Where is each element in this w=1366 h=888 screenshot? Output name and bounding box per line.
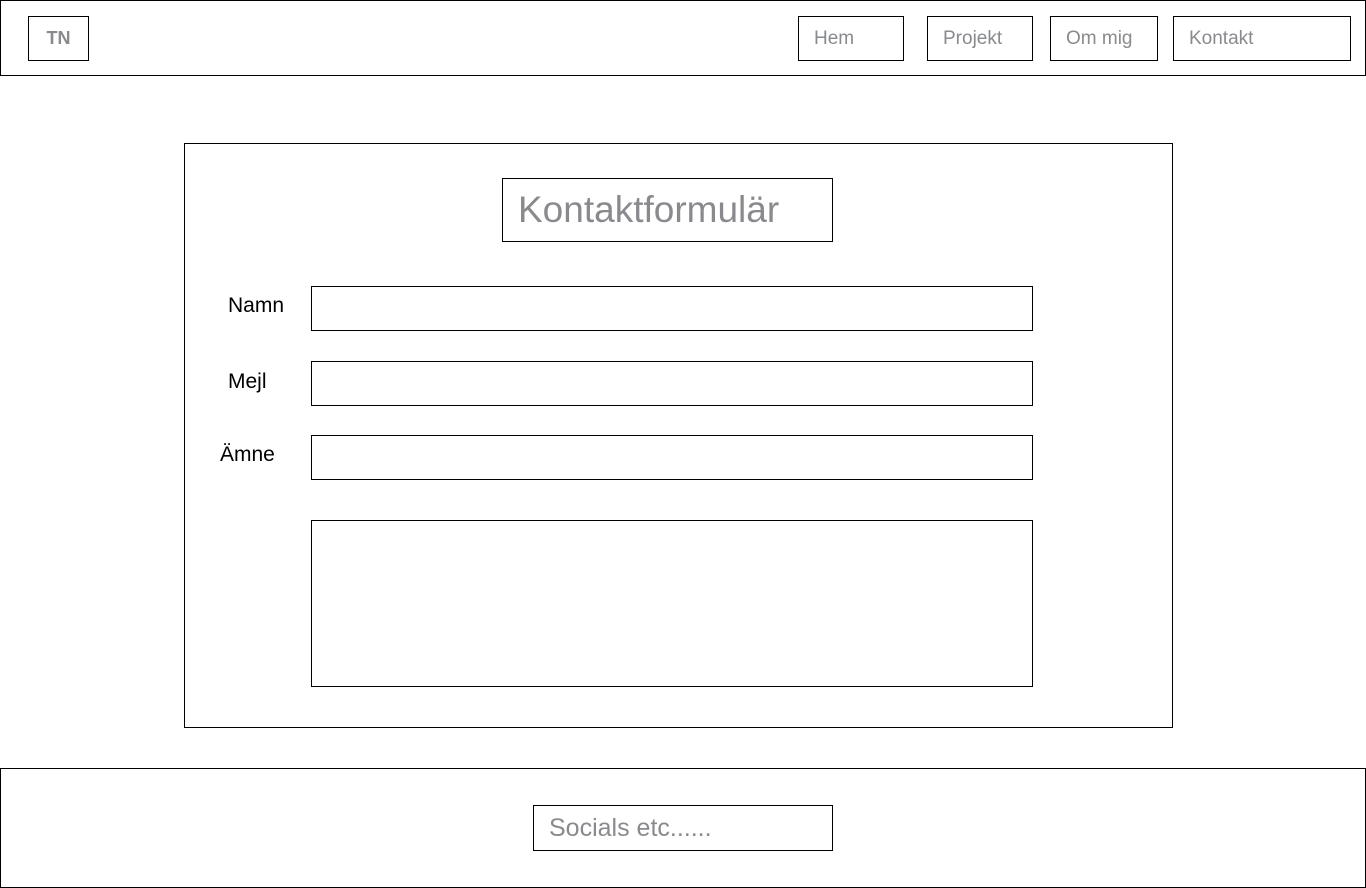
email-label: Mejl — [228, 370, 267, 393]
name-field[interactable] — [311, 286, 1033, 331]
message-textarea[interactable] — [311, 520, 1033, 687]
form-title: Kontaktformulär — [502, 178, 833, 242]
site-header — [0, 0, 1366, 76]
footer-socials[interactable]: Socials etc...... — [533, 805, 833, 851]
subject-field[interactable] — [311, 435, 1033, 480]
nav-item-projekt[interactable]: Projekt — [927, 16, 1033, 61]
nav-item-kontakt[interactable]: Kontakt — [1173, 16, 1351, 61]
subject-label: Ämne — [220, 443, 275, 466]
logo[interactable]: TN — [28, 16, 89, 61]
email-field[interactable] — [311, 361, 1033, 406]
nav-item-om-mig[interactable]: Om mig — [1050, 16, 1158, 61]
name-label: Namn — [228, 294, 285, 317]
nav-item-hem[interactable]: Hem — [798, 16, 904, 61]
